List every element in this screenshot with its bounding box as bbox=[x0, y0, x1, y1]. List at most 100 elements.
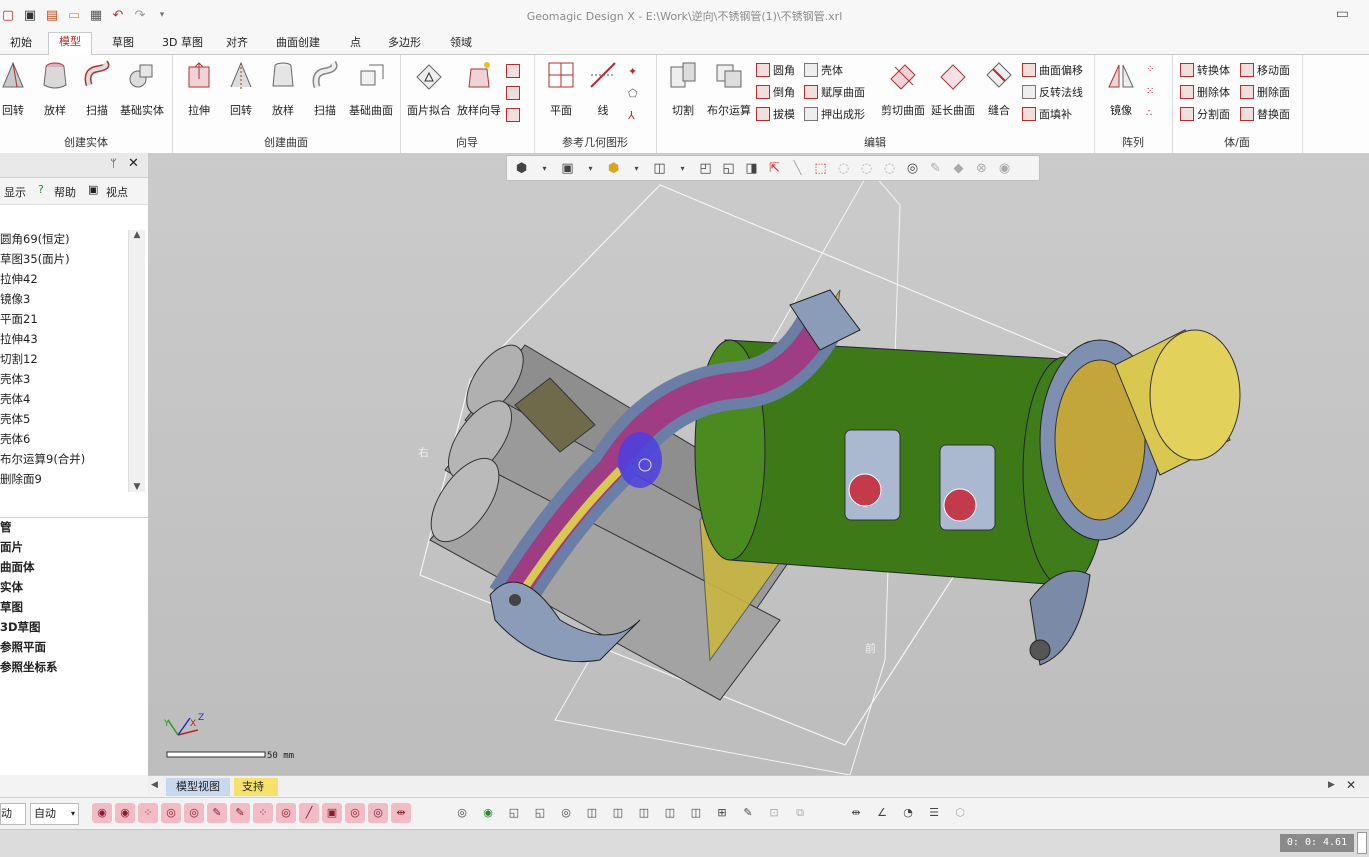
delete-face-button[interactable]: 删除面 bbox=[1240, 82, 1290, 102]
circular-pattern-button[interactable]: ⁙ bbox=[1146, 82, 1158, 102]
feature-item[interactable]: 平面21 bbox=[0, 309, 38, 329]
dropdown-icon[interactable]: ▾ bbox=[674, 160, 691, 177]
plane-button[interactable]: 平面 bbox=[538, 59, 584, 118]
thicken-surface-button[interactable]: 赋厚曲面 bbox=[804, 82, 865, 102]
filter-icon[interactable]: ╱ bbox=[299, 803, 319, 823]
line-select-icon[interactable]: ╲ bbox=[789, 160, 806, 177]
filter-icon[interactable]: ⊡ bbox=[764, 803, 784, 823]
help-tab[interactable]: 帮助 bbox=[54, 184, 76, 200]
paint-select-icon[interactable]: ◆ bbox=[950, 160, 967, 177]
side-view-icon[interactable]: ◱ bbox=[720, 160, 737, 177]
sweep-surface-button[interactable]: 扫描 bbox=[302, 59, 348, 118]
measure-icon[interactable]: ⇹ bbox=[846, 803, 866, 823]
wizard-tool-2[interactable] bbox=[506, 83, 520, 103]
angle-icon[interactable]: ∠ bbox=[872, 803, 892, 823]
tab-point[interactable]: 点 bbox=[350, 34, 361, 54]
category-item[interactable]: 管 bbox=[0, 517, 12, 537]
replace-face-button[interactable]: 替换面 bbox=[1240, 104, 1290, 124]
tab-3d-sketch[interactable]: 3D 草图 bbox=[162, 34, 203, 54]
category-item[interactable]: 面片 bbox=[0, 537, 23, 557]
revolve-surface-button[interactable]: 回转 bbox=[218, 59, 264, 118]
feature-item[interactable]: 壳体4 bbox=[0, 389, 30, 409]
delete-body-button[interactable]: 删除体 bbox=[1180, 82, 1230, 102]
close-icon[interactable]: ✕ bbox=[128, 156, 139, 171]
tab-surface-create[interactable]: 曲面创建 bbox=[276, 34, 320, 54]
fit-view-icon[interactable]: ⇱ bbox=[766, 160, 783, 177]
shell-button[interactable]: 壳体 bbox=[804, 60, 843, 80]
wizard-tool-1[interactable] bbox=[506, 61, 520, 81]
filter-icon[interactable]: ◉ bbox=[478, 803, 498, 823]
filter-icon[interactable]: ◫ bbox=[608, 803, 628, 823]
visible-select-icon[interactable]: ◉ bbox=[996, 160, 1013, 177]
filter-icon[interactable]: ◉ bbox=[115, 803, 135, 823]
filter-icon[interactable]: ✎ bbox=[207, 803, 227, 823]
filter-icon[interactable]: ◎ bbox=[556, 803, 576, 823]
circle-select-icon[interactable]: ◌ bbox=[835, 160, 852, 177]
convert-body-button[interactable]: 转换体 bbox=[1180, 60, 1230, 80]
display-tab[interactable]: 显示 bbox=[4, 184, 26, 200]
tab-region[interactable]: 领域 bbox=[450, 34, 472, 54]
filter-icon[interactable]: ⧉ bbox=[790, 803, 810, 823]
extrude-surface-button[interactable]: 拉伸 bbox=[176, 59, 222, 118]
filter-icon[interactable]: ⁘ bbox=[253, 803, 273, 823]
curve-pattern-button[interactable]: ∴ bbox=[1146, 104, 1158, 124]
move-face-button[interactable]: 移动面 bbox=[1240, 60, 1290, 80]
filter-icon[interactable]: ◎ bbox=[184, 803, 204, 823]
ref-point-button[interactable]: ✦ bbox=[628, 61, 637, 81]
reverse-normal-button[interactable]: 反转法线 bbox=[1022, 82, 1083, 102]
face-fill-button[interactable]: 面填补 bbox=[1022, 104, 1072, 124]
tab-scroll-left-icon[interactable]: ◀ bbox=[151, 780, 158, 790]
feature-item[interactable]: 拉伸42 bbox=[0, 269, 38, 289]
section-view-icon[interactable]: ◨ bbox=[743, 160, 760, 177]
emboss-button[interactable]: 押出成形 bbox=[804, 104, 865, 124]
feature-item[interactable]: 壳体6 bbox=[0, 429, 30, 449]
tab-initial[interactable]: 初始 bbox=[10, 34, 32, 54]
filter-icon[interactable]: ◎ bbox=[161, 803, 181, 823]
loft-wizard-button[interactable]: 放样向导 bbox=[456, 59, 502, 118]
tab-model[interactable]: 模型 bbox=[48, 32, 92, 57]
filter-icon[interactable]: ◎ bbox=[452, 803, 472, 823]
filter-icon[interactable]: ▣ bbox=[322, 803, 342, 823]
polygon-select-icon[interactable]: ◌ bbox=[858, 160, 875, 177]
brush-select-icon[interactable]: ✎ bbox=[927, 160, 944, 177]
filter-icon[interactable]: ◫ bbox=[660, 803, 680, 823]
filter-icon[interactable]: ◱ bbox=[530, 803, 550, 823]
dropdown-icon[interactable]: ▾ bbox=[582, 160, 599, 177]
tab-support[interactable]: 支持 bbox=[234, 778, 278, 796]
stack-icon[interactable]: ☰ bbox=[924, 803, 944, 823]
fillet-button[interactable]: 圆角 bbox=[756, 60, 795, 80]
filter-icon[interactable]: ◫ bbox=[686, 803, 706, 823]
filter-icon[interactable]: ⊞ bbox=[712, 803, 732, 823]
feature-item[interactable]: 壳体3 bbox=[0, 369, 30, 389]
filter-icon[interactable]: ◫ bbox=[634, 803, 654, 823]
restore-icon[interactable]: ▭ bbox=[1336, 6, 1349, 22]
rect-select-icon[interactable]: ⬚ bbox=[812, 160, 829, 177]
ref-coord-button[interactable]: ⅄ bbox=[628, 105, 635, 125]
filter-icon[interactable]: ◫ bbox=[582, 803, 602, 823]
tab-polygon[interactable]: 多边形 bbox=[388, 34, 421, 54]
scroll-up-icon[interactable]: ▲ bbox=[129, 230, 145, 240]
render-mode-icon[interactable]: ⬢ bbox=[513, 160, 530, 177]
dropdown-icon[interactable]: ▾ bbox=[536, 160, 553, 177]
chamfer-button[interactable]: 倒角 bbox=[756, 82, 795, 102]
lasso-select-icon[interactable]: ◎ bbox=[904, 160, 921, 177]
revolve-solid-button[interactable]: 回转 bbox=[0, 59, 36, 118]
dropdown-icon[interactable]: ▾ bbox=[628, 160, 645, 177]
filter-icon[interactable]: ⁘ bbox=[138, 803, 158, 823]
filter-icon[interactable]: ◎ bbox=[276, 803, 296, 823]
radius-icon[interactable]: ◔ bbox=[898, 803, 918, 823]
close-view-icon[interactable]: ✕ bbox=[1346, 778, 1356, 792]
cut-button[interactable]: 切割 bbox=[660, 59, 706, 118]
split-face-button[interactable]: 分割面 bbox=[1180, 104, 1230, 124]
offset-surface-button[interactable]: 曲面偏移 bbox=[1022, 60, 1083, 80]
feature-item[interactable]: 布尔运算9(合并) bbox=[0, 449, 85, 469]
draft-button[interactable]: 拔模 bbox=[756, 104, 795, 124]
pin-icon[interactable]: ᛘ bbox=[110, 157, 117, 170]
mesh-fit-button[interactable]: 面片拟合 bbox=[406, 59, 452, 118]
feature-item[interactable]: 圆角69(恒定) bbox=[0, 229, 70, 249]
viewpoint-tab[interactable]: 视点 bbox=[106, 184, 128, 200]
color-mode-icon[interactable]: ⬢ bbox=[605, 160, 622, 177]
feature-item[interactable]: 拉伸43 bbox=[0, 329, 38, 349]
feature-list-scrollbar[interactable]: ▲ ▼ bbox=[128, 230, 145, 492]
shape-icon[interactable]: ⬡ bbox=[950, 803, 970, 823]
